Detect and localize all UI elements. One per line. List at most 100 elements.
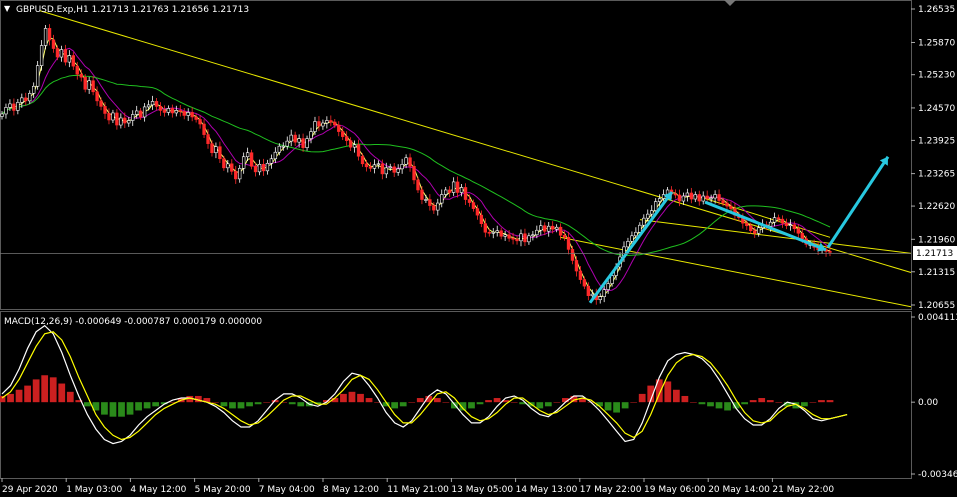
time-tick-label: 1 May 03:00: [66, 485, 122, 495]
candle-body: [800, 232, 804, 240]
price-tick-label: 1.20655: [918, 301, 955, 311]
candle-body: [590, 293, 594, 296]
candle-body: [83, 76, 87, 90]
time-tick-label: 17 May 22:00: [580, 485, 642, 495]
candle-body: [420, 189, 424, 200]
time-tick-label: 11 May 21:00: [387, 485, 449, 495]
time-tick-label: 20 May 14:00: [708, 485, 770, 495]
candle-body: [772, 217, 777, 223]
candle-body: [241, 156, 246, 169]
candle-body: [701, 195, 705, 202]
price-tick-label: 1.26535: [918, 5, 955, 15]
macd-hist-bar: [724, 402, 731, 411]
candle-body: [586, 285, 591, 296]
macd-hist-bar: [493, 398, 501, 403]
candle-body: [531, 234, 535, 237]
candle-body: [626, 241, 630, 248]
candle-body: [12, 103, 16, 111]
macd-hist-bar: [775, 402, 783, 403]
candle-body: [511, 237, 515, 240]
price-tick-label: 1.23265: [918, 170, 955, 180]
macd-hist-bar: [630, 402, 638, 403]
price-tick-label: 1.24570: [918, 104, 955, 114]
candle-body: [103, 106, 107, 114]
candle-body: [547, 225, 551, 232]
candle-body: [673, 193, 678, 196]
candle-body: [0, 113, 4, 117]
candle-body: [606, 283, 610, 290]
candle-body: [657, 198, 662, 202]
candle-body: [527, 235, 531, 243]
candle-body: [483, 223, 488, 233]
candle-body: [412, 166, 416, 181]
candle-body: [634, 231, 638, 237]
candle-body: [222, 158, 226, 169]
candle-body: [202, 123, 206, 135]
candle-body: [388, 166, 392, 169]
candle-body: [226, 163, 230, 169]
macd-hist-bar: [758, 398, 766, 403]
candle-body: [705, 195, 709, 199]
candle-body: [574, 260, 579, 272]
candle-body: [325, 120, 329, 124]
macd-hist-bar: [749, 400, 757, 403]
candle-body: [79, 73, 83, 78]
candle-body: [174, 110, 178, 114]
chart-canvas: 1.26535 1.25870 1.25230 1.24570 1.23925 1.232…: [0, 0, 957, 497]
candle-body: [709, 197, 713, 200]
candle-body: [111, 112, 115, 121]
candle-body: [352, 144, 357, 148]
macd-hist-bar: [58, 383, 66, 403]
candle-body: [515, 239, 519, 242]
macd-hist-bar: [809, 402, 817, 403]
macd-hist-bar: [826, 400, 834, 403]
price-tick-label: 1.21960: [918, 235, 955, 245]
time-tick-label: 29 Apr 2020: [2, 485, 58, 495]
candle-body: [218, 146, 222, 160]
candle-body: [447, 189, 452, 193]
candle-body: [416, 179, 420, 191]
candle-body: [424, 199, 428, 201]
candle-body: [43, 28, 48, 46]
candle-body: [507, 234, 511, 239]
candle-body: [436, 202, 440, 211]
candle-body: [32, 85, 36, 94]
macd-hist-bar: [416, 398, 424, 403]
candle-body: [230, 163, 234, 172]
candle-body: [63, 49, 68, 63]
candle-body: [638, 224, 642, 233]
macd-hist-bar: [707, 402, 714, 407]
candle-body: [654, 201, 658, 211]
candle-body: [681, 195, 686, 202]
macd-hist-bar: [672, 389, 680, 403]
candle-body: [495, 230, 499, 233]
macd-hist-bar: [263, 402, 270, 403]
candle-body: [753, 230, 757, 234]
candle-body: [341, 131, 345, 137]
candle-body: [610, 275, 614, 284]
time-tick-label: 19 May 06:00: [644, 485, 706, 495]
candle-body: [154, 101, 159, 107]
macd-hist-bar: [83, 402, 91, 407]
candle-body: [146, 104, 151, 108]
macd-hist-bar: [32, 379, 40, 403]
candle-body: [8, 103, 12, 108]
candle-body: [24, 97, 28, 102]
candle-body: [281, 145, 285, 148]
candle-body: [642, 217, 646, 226]
time-tick-label: 14 May 13:00: [516, 485, 578, 495]
candle-body: [677, 194, 682, 202]
candle-body: [721, 200, 725, 204]
macd-hist-bar: [297, 402, 305, 407]
candle-body: [178, 110, 182, 112]
candle-body: [697, 194, 701, 202]
macd-hist-bar: [66, 391, 74, 403]
candle-body: [329, 120, 333, 123]
collapse-triangle-icon[interactable]: ▼: [4, 4, 11, 13]
candle-body: [337, 124, 341, 132]
macd-hist-bar: [101, 402, 108, 415]
candle-body: [301, 138, 305, 148]
candle-body: [39, 45, 44, 66]
candle-body: [499, 230, 503, 237]
macd-tick-label: 0.004113: [918, 313, 957, 323]
